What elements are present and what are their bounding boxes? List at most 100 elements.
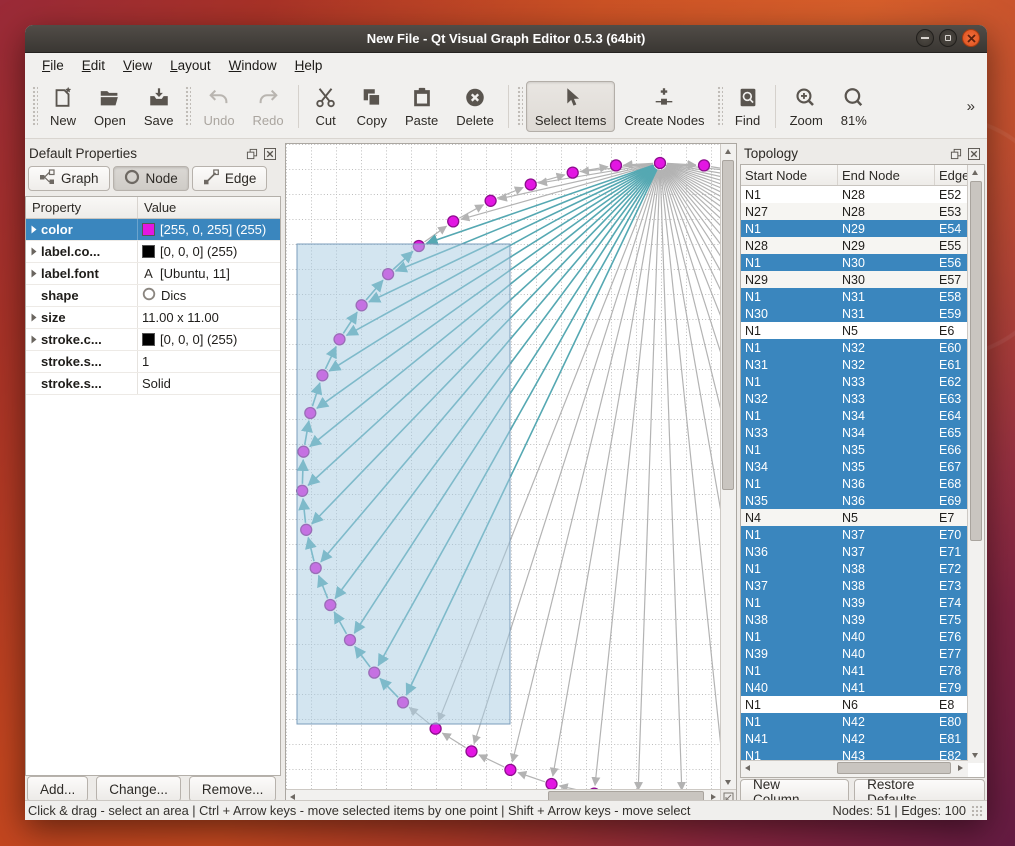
topology-row[interactable]: N41N42E81 <box>741 730 968 747</box>
topology-row[interactable]: N1N41E78 <box>741 662 968 679</box>
toolbar-handle[interactable] <box>185 86 191 127</box>
delete-button[interactable]: Delete <box>447 81 503 132</box>
graph-node[interactable] <box>546 779 557 790</box>
expand-arrow-icon[interactable] <box>26 313 41 322</box>
start-node-column-header[interactable]: Start Node <box>741 165 838 185</box>
topology-row[interactable]: N39N40E77 <box>741 645 968 662</box>
topology-row[interactable]: N1N33E62 <box>741 373 968 390</box>
topology-row[interactable]: N1N30E56 <box>741 254 968 271</box>
open-button[interactable]: Open <box>85 81 135 132</box>
topology-row[interactable]: N1N29E54 <box>741 220 968 237</box>
topology-row[interactable]: N1N38E72 <box>741 560 968 577</box>
topology-row[interactable]: N1N39E74 <box>741 594 968 611</box>
add-button[interactable]: Add... <box>27 776 88 802</box>
toolbar-handle[interactable] <box>717 86 723 127</box>
find-button[interactable]: Find <box>726 81 770 132</box>
graph-node[interactable] <box>567 167 578 178</box>
dock-float-icon[interactable] <box>949 147 963 161</box>
topology-row[interactable]: N35N36E69 <box>741 492 968 509</box>
create-nodes-button[interactable]: Create Nodes <box>615 81 713 132</box>
tab-edge[interactable]: Edge <box>192 166 268 191</box>
dock-float-icon[interactable] <box>245 147 259 161</box>
selection-rectangle[interactable] <box>297 244 510 724</box>
topology-row[interactable]: N32N33E63 <box>741 390 968 407</box>
topology-row[interactable]: N1N36E68 <box>741 475 968 492</box>
topology-row[interactable]: N1N6E8 <box>741 696 968 713</box>
expand-arrow-icon[interactable] <box>26 335 41 344</box>
property-row-shape[interactable]: shapeDics <box>26 285 280 307</box>
graph-node[interactable] <box>485 195 496 206</box>
remove-button[interactable]: Remove... <box>189 776 277 802</box>
redo-button[interactable]: Redo <box>244 81 293 132</box>
resize-grip[interactable] <box>971 805 983 817</box>
topology-row[interactable]: N1N32E60 <box>741 339 968 356</box>
maximize-button[interactable] <box>939 29 957 47</box>
topology-row[interactable]: N1N37E70 <box>741 526 968 543</box>
toolbar-overflow-icon[interactable]: » <box>961 98 981 115</box>
topology-vertical-scrollbar[interactable] <box>967 165 984 763</box>
graph-node[interactable] <box>505 764 516 775</box>
menu-view[interactable]: View <box>114 56 161 75</box>
undo-button[interactable]: Undo <box>194 81 243 132</box>
topology-row[interactable]: N1N34E64 <box>741 407 968 424</box>
change-button[interactable]: Change... <box>96 776 181 802</box>
graph-node[interactable] <box>655 158 666 169</box>
topology-row[interactable]: N30N31E59 <box>741 305 968 322</box>
property-row-labelfont[interactable]: label.fontA[Ubuntu, 11] <box>26 263 280 285</box>
expand-arrow-icon[interactable] <box>26 269 41 278</box>
edge-column-header[interactable]: Edge <box>935 165 968 185</box>
cut-button[interactable]: Cut <box>304 81 348 132</box>
dock-close-icon[interactable] <box>967 147 981 161</box>
graph-node[interactable] <box>699 160 710 171</box>
topology-row[interactable]: N37N38E73 <box>741 577 968 594</box>
zoom-button[interactable]: Zoom <box>781 81 832 132</box>
graph-node[interactable] <box>466 746 477 757</box>
save-button[interactable]: Save <box>135 81 183 132</box>
topology-row[interactable]: N29N30E57 <box>741 271 968 288</box>
paste-button[interactable]: Paste <box>396 81 447 132</box>
topology-row[interactable]: N31N32E61 <box>741 356 968 373</box>
topology-row[interactable]: N1N40E76 <box>741 628 968 645</box>
canvas-viewport[interactable] <box>286 144 721 790</box>
copy-button[interactable]: Copy <box>348 81 396 132</box>
graph-node[interactable] <box>525 179 536 190</box>
menu-file[interactable]: File <box>33 56 73 75</box>
minimize-button[interactable] <box>916 29 934 47</box>
topology-row[interactable]: N27N28E53 <box>741 203 968 220</box>
topology-row[interactable]: N38N39E75 <box>741 611 968 628</box>
property-row-color[interactable]: color[255, 0, 255] (255) <box>26 219 280 241</box>
menu-window[interactable]: Window <box>220 56 286 75</box>
zoom-level-button[interactable]: 81% <box>832 81 876 132</box>
dock-close-icon[interactable] <box>263 147 277 161</box>
expand-arrow-icon[interactable] <box>26 225 41 234</box>
property-row-labelco[interactable]: label.co...[0, 0, 0] (255) <box>26 241 280 263</box>
topology-row[interactable]: N33N34E65 <box>741 424 968 441</box>
topology-row[interactable]: N1N28E52 <box>741 186 968 203</box>
topology-row[interactable]: N40N41E79 <box>741 679 968 696</box>
menu-edit[interactable]: Edit <box>73 56 114 75</box>
topology-row[interactable]: N1N31E58 <box>741 288 968 305</box>
menu-layout[interactable]: Layout <box>161 56 220 75</box>
topology-horizontal-scrollbar[interactable] <box>741 760 968 777</box>
topology-row[interactable]: N28N29E55 <box>741 237 968 254</box>
property-row-size[interactable]: size11.00 x 11.00 <box>26 307 280 329</box>
topology-row[interactable]: N34N35E67 <box>741 458 968 475</box>
menu-help[interactable]: Help <box>286 56 332 75</box>
end-node-column-header[interactable]: End Node <box>838 165 935 185</box>
topology-row[interactable]: N1N5E6 <box>741 322 968 339</box>
close-button[interactable] <box>962 29 980 47</box>
property-row-strokes[interactable]: stroke.s...Solid <box>26 373 280 395</box>
graph-node[interactable] <box>430 723 441 734</box>
graph-node[interactable] <box>448 216 459 227</box>
tab-graph[interactable]: Graph <box>28 166 110 191</box>
tab-node[interactable]: Node <box>113 166 189 191</box>
topology-row[interactable]: N1N35E66 <box>741 441 968 458</box>
graph-node[interactable] <box>611 160 622 171</box>
topology-row[interactable]: N1N42E80 <box>741 713 968 730</box>
toolbar-handle[interactable] <box>32 86 38 127</box>
property-row-strokes[interactable]: stroke.s...1 <box>26 351 280 373</box>
toolbar-handle[interactable] <box>517 86 523 127</box>
topology-row[interactable]: N4N5E7 <box>741 509 968 526</box>
select-items-button[interactable]: Select Items <box>526 81 616 132</box>
new-button[interactable]: New <box>41 81 85 132</box>
